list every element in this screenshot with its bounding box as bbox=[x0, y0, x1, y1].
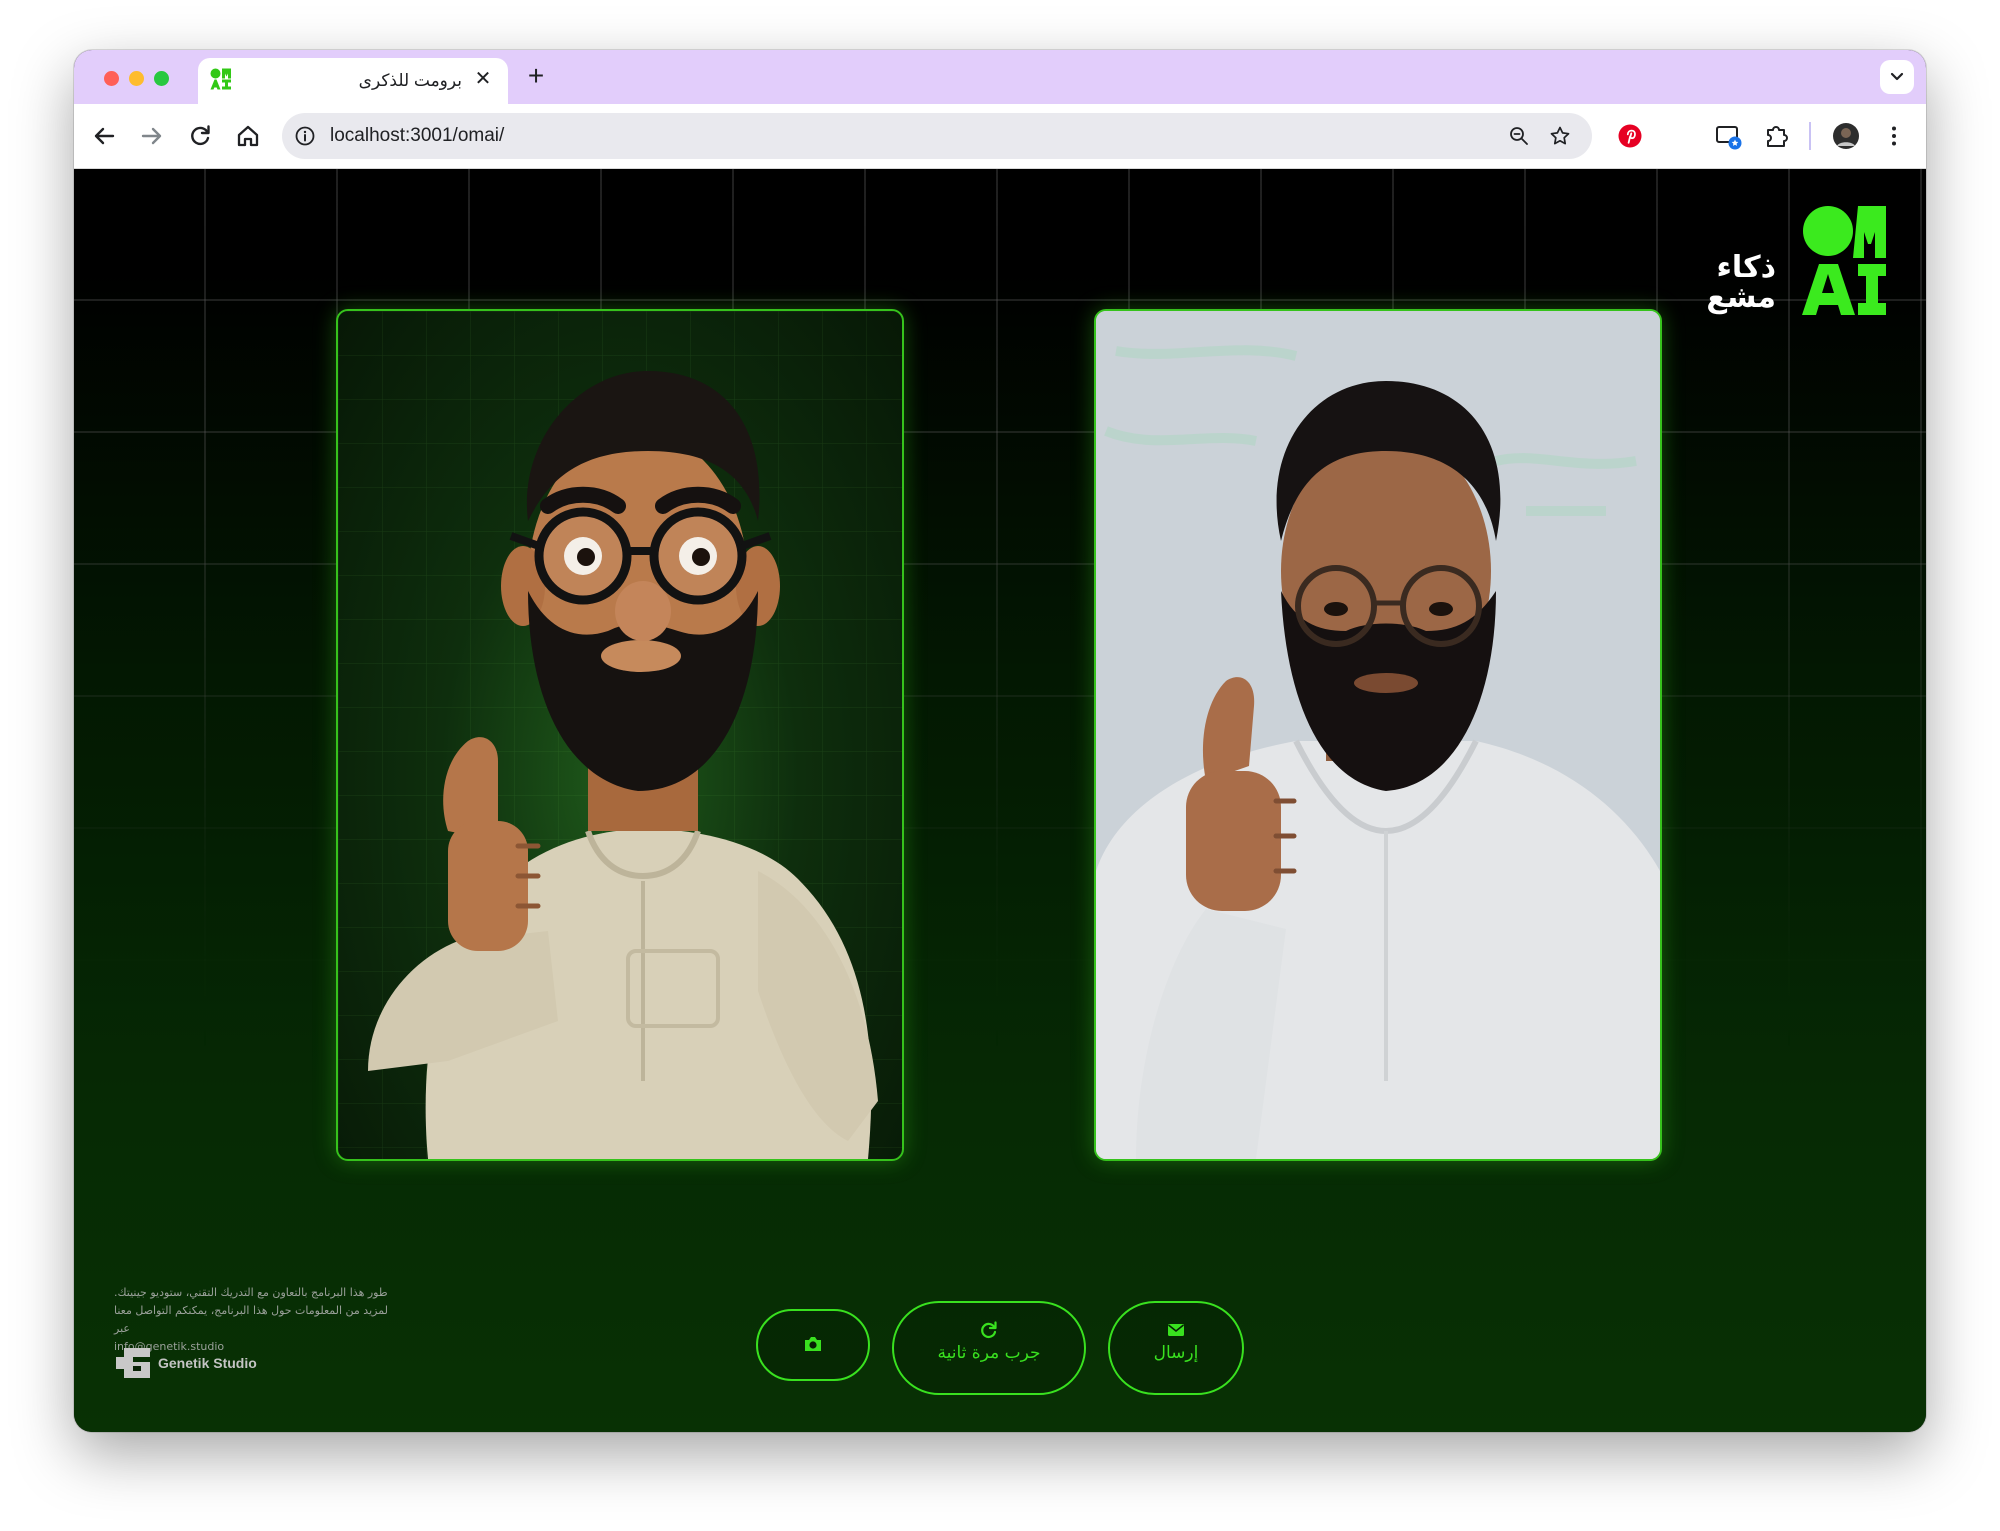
tab-title: برومت للذكرى bbox=[358, 71, 462, 90]
browser-window: برومت للذكرى ✕ + localhost:3001/omai/ ذك… bbox=[74, 50, 1926, 1432]
maximize-window-button[interactable] bbox=[154, 71, 169, 86]
zoom-icon[interactable] bbox=[1508, 125, 1530, 147]
retry-button[interactable]: جرب مرة ثانية bbox=[892, 1301, 1086, 1395]
envelope-icon bbox=[1168, 1324, 1184, 1336]
send-button[interactable]: إرسال bbox=[1108, 1301, 1244, 1395]
avatar-result-card bbox=[336, 309, 904, 1161]
tab-search-button[interactable] bbox=[1880, 60, 1914, 94]
logo-arabic-line2: مشع bbox=[1706, 280, 1776, 315]
tab-strip: برومت للذكرى ✕ + bbox=[74, 50, 1926, 104]
address-bar[interactable]: localhost:3001/omai/ bbox=[282, 113, 1592, 159]
browser-menu-icon[interactable] bbox=[1878, 120, 1910, 152]
extensions-puzzle-icon[interactable] bbox=[1760, 120, 1792, 152]
toolbar-divider bbox=[1809, 122, 1811, 150]
new-tab-button[interactable]: + bbox=[522, 62, 550, 91]
home-icon[interactable] bbox=[232, 120, 264, 152]
close-window-button[interactable] bbox=[104, 71, 119, 86]
active-tab[interactable]: برومت للذكرى ✕ bbox=[198, 58, 508, 104]
profile-avatar-icon[interactable] bbox=[1830, 120, 1862, 152]
credits-line1: طور هذا البرنامج بالتعاون مع التدريك الت… bbox=[114, 1286, 388, 1299]
minimize-window-button[interactable] bbox=[129, 71, 144, 86]
credits-text: طور هذا البرنامج بالتعاون مع التدريك الت… bbox=[114, 1284, 404, 1356]
logo-arabic-text: ذكاء مشع bbox=[1706, 253, 1776, 313]
bookmark-star-icon[interactable] bbox=[1548, 124, 1572, 148]
cast-extension-icon[interactable] bbox=[1712, 120, 1744, 152]
reload-icon[interactable] bbox=[184, 120, 216, 152]
site-info-icon[interactable] bbox=[294, 125, 316, 147]
logo-arabic-line1: ذكاء bbox=[1716, 250, 1776, 285]
refresh-icon bbox=[981, 1321, 997, 1338]
url-text[interactable]: localhost:3001/omai/ bbox=[330, 125, 504, 147]
close-tab-icon[interactable]: ✕ bbox=[472, 68, 494, 90]
camera-button[interactable] bbox=[756, 1309, 870, 1381]
camera-icon bbox=[805, 1337, 821, 1351]
genetik-logo-icon bbox=[116, 1348, 150, 1378]
credits-email[interactable]: info@genetik.studio bbox=[114, 1338, 404, 1356]
pinterest-extension-icon[interactable] bbox=[1614, 120, 1646, 152]
omai-favicon-icon bbox=[210, 68, 231, 90]
back-arrow-icon[interactable] bbox=[88, 120, 120, 152]
chevron-down-icon bbox=[1890, 72, 1904, 81]
retry-button-label: جرب مرة ثانية bbox=[937, 1343, 1041, 1363]
camera-photo-icon bbox=[1096, 311, 1660, 1159]
browser-toolbar: localhost:3001/omai/ bbox=[74, 104, 1926, 169]
camera-photo-card bbox=[1094, 309, 1662, 1161]
avatar-illustration-icon bbox=[338, 311, 902, 1159]
studio-name: Genetik Studio bbox=[158, 1355, 257, 1371]
credits-line2: لمزيد من المعلومات حول هذا البرنامج، يمك… bbox=[114, 1304, 388, 1335]
forward-arrow-icon[interactable] bbox=[136, 120, 168, 152]
send-button-label: إرسال bbox=[1153, 1343, 1199, 1363]
omai-page: ذكاء مشع طور هذا البرنامج بالتعاون مع ال… bbox=[74, 169, 1926, 1432]
